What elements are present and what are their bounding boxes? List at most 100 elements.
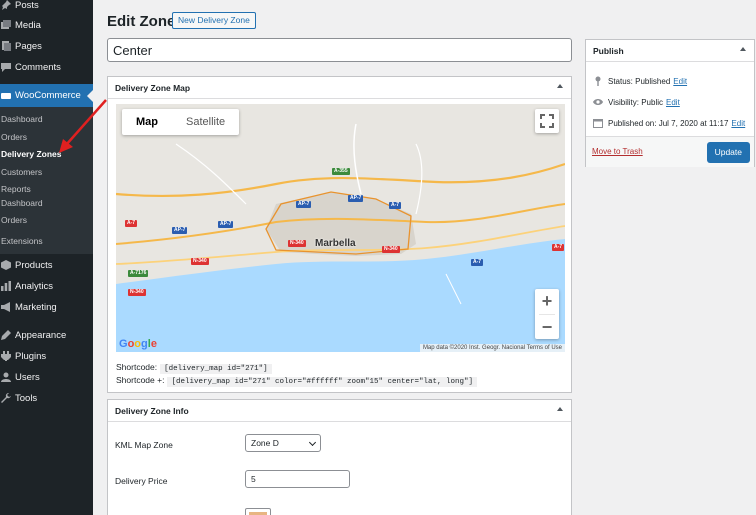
pages-icon	[1, 41, 11, 51]
kml-map-zone-label: KML Map Zone	[115, 440, 173, 450]
move-to-trash-link[interactable]: Move to Trash	[592, 147, 643, 156]
zone-title-input[interactable]	[107, 38, 572, 62]
sidebar-item-appearance[interactable]: Appearance	[0, 325, 93, 345]
submenu-item-dashboard[interactable]: Dashboard	[1, 198, 43, 208]
road-badge: A-7	[125, 220, 138, 227]
zoom-out-button[interactable]: −	[535, 315, 559, 340]
google-map[interactable]: A-355 AP-7 AP-7 A-7 AP-7 AP-7 A-7 N-340 …	[116, 104, 565, 352]
road-badge: N-340	[128, 289, 146, 296]
submenu-item-dashboard[interactable]: Dashboard	[1, 114, 43, 124]
sidebar-item-marketing[interactable]: Marketing	[0, 297, 93, 317]
chevron-down-icon	[308, 438, 317, 447]
sidebar-item-label: Pages	[15, 40, 42, 52]
status-value: Published	[635, 76, 671, 86]
submenu-item-orders[interactable]: Orders	[1, 215, 27, 225]
sidebar-item-media[interactable]: Media	[0, 15, 93, 35]
zoom-control: + −	[535, 289, 559, 339]
fullscreen-icon	[540, 114, 554, 128]
edit-visibility-link[interactable]: Edit	[666, 98, 680, 107]
submenu-item-extensions[interactable]: Extensions	[1, 236, 43, 246]
sidebar-item-plugins[interactable]: Plugins	[0, 346, 93, 366]
postbox-title: Delivery Zone Info	[108, 400, 571, 422]
edit-status-link[interactable]: Edit	[673, 77, 687, 86]
delivery-price-label: Delivery Price	[115, 476, 168, 486]
publish-box: Publish Status: Published Edit Visibilit…	[585, 39, 755, 167]
delivery-price-input[interactable]	[245, 470, 350, 488]
road-badge: AP-7	[218, 221, 234, 228]
shortcode-value: [delivery_map id="271"]	[160, 364, 272, 374]
sidebar-item-posts[interactable]: Posts	[0, 0, 93, 15]
road-badge: N-340	[288, 240, 306, 247]
publish-status-row: Status: Published Edit	[593, 76, 687, 86]
sidebar-item-users[interactable]: Users	[0, 367, 93, 387]
calendar-icon	[593, 118, 603, 128]
sidebar-item-label: Products	[15, 259, 53, 271]
postbox-title: Delivery Zone Map	[108, 77, 571, 99]
map-attribution[interactable]: Map data ©2020 Inst. Geogr. Nacional Ter…	[419, 344, 565, 352]
kml-map-zone-select[interactable]: Zone D	[245, 434, 321, 452]
tools-icon	[1, 393, 11, 403]
road-badge: A-7	[552, 244, 565, 251]
sidebar-item-comments[interactable]: Comments	[0, 57, 93, 77]
new-delivery-zone-button[interactable]: New Delivery Zone	[172, 12, 256, 29]
shortcode-label: Shortcode:	[116, 362, 158, 372]
shortcode-plus-value: [delivery_map id="271" color="#ffffff" z…	[167, 377, 477, 387]
sidebar-item-label: Analytics	[15, 280, 54, 292]
sidebar-item-products[interactable]: Products	[0, 255, 93, 275]
sidebar-item-label: Comments	[15, 61, 61, 73]
sidebar-item-label: Tools	[15, 392, 38, 404]
users-icon	[1, 372, 11, 382]
submenu-item-orders[interactable]: Orders	[1, 132, 27, 142]
plugins-icon	[1, 351, 11, 361]
woocommerce-icon	[1, 91, 11, 101]
delivery-zone-map-box: Delivery Zone Map A-355 AP-7 AP-7 A-7 AP…	[107, 76, 572, 393]
city-label-marbella: Marbella	[315, 238, 356, 249]
road-badge: N-340	[191, 258, 209, 265]
sidebar-item-tools[interactable]: Tools	[0, 388, 93, 408]
delivery-zone-info-box: Delivery Zone Info KML Map Zone Zone D D…	[107, 399, 572, 515]
road-badge: AP-7	[296, 201, 312, 208]
sidebar-item-pages[interactable]: Pages	[0, 36, 93, 56]
road-badge: A-7176	[128, 270, 149, 277]
zone-color-picker[interactable]	[245, 508, 271, 515]
publish-actions: Move to Trash Update	[586, 136, 754, 167]
admin-sidebar: Posts Media Pages Comments WooCommerce D…	[0, 0, 93, 515]
update-button[interactable]: Update	[706, 142, 750, 163]
collapse-toggle-icon[interactable]	[557, 84, 563, 88]
publish-visibility-row: Visibility: Public Edit	[593, 97, 680, 107]
road-badge: A-355	[332, 168, 350, 175]
marketing-icon	[1, 302, 11, 312]
map-type-map-button[interactable]: Map	[122, 109, 172, 135]
zoom-in-button[interactable]: +	[535, 289, 559, 314]
page-title: Edit Zone	[107, 13, 176, 30]
pin-icon	[593, 76, 603, 86]
publish-date-row: Published on: Jul 7, 2020 at 11:17 Edit	[593, 118, 745, 128]
kml-map-zone-value: Zone D	[251, 438, 279, 448]
submenu-item-reports[interactable]: Reports	[1, 184, 31, 194]
annotation-arrow	[59, 99, 107, 153]
eye-icon	[593, 97, 603, 107]
road-badge: A-7	[471, 259, 484, 266]
postbox-title: Publish	[586, 40, 754, 62]
map-type-satellite-button[interactable]: Satellite	[172, 109, 239, 135]
collapse-toggle-icon[interactable]	[740, 47, 746, 51]
comments-icon	[1, 62, 11, 72]
road-badge: AP-7	[348, 195, 364, 202]
sidebar-item-label: Marketing	[15, 301, 57, 313]
fullscreen-button[interactable]	[535, 109, 559, 133]
collapse-toggle-icon[interactable]	[557, 407, 563, 411]
appearance-icon	[1, 330, 11, 340]
products-icon	[1, 260, 11, 270]
media-icon	[1, 20, 11, 30]
published-label: Published on:	[608, 118, 657, 128]
edit-date-link[interactable]: Edit	[731, 119, 745, 128]
published-value: Jul 7, 2020 at 11:17	[658, 118, 729, 128]
sidebar-item-label: Posts	[15, 0, 39, 11]
visibility-label: Visibility:	[608, 97, 639, 107]
map-type-control: Map Satellite	[122, 109, 240, 135]
submenu-item-customers[interactable]: Customers	[1, 167, 42, 177]
sidebar-item-label: Users	[15, 371, 40, 383]
sidebar-item-analytics[interactable]: Analytics	[0, 276, 93, 296]
analytics-icon	[1, 281, 11, 291]
sidebar-item-label: Media	[15, 19, 41, 31]
